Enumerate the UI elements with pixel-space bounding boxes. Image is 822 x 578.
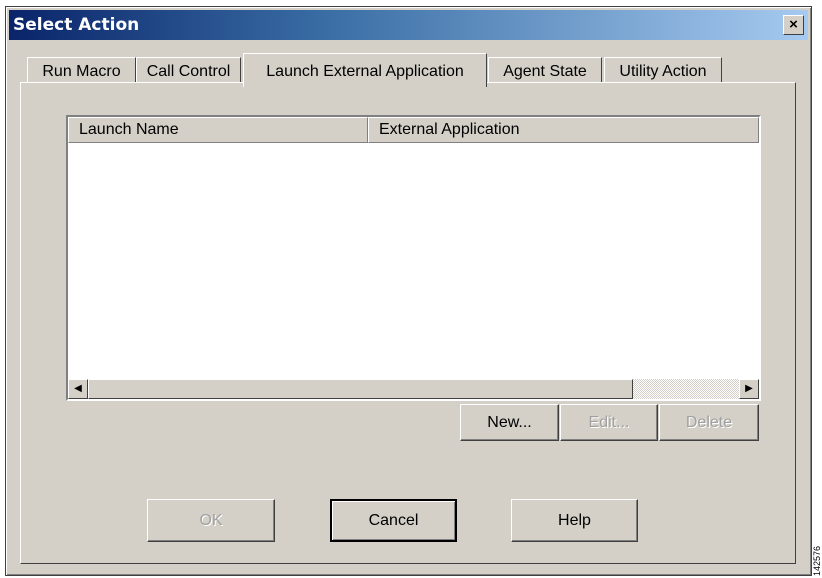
scrollbar-track[interactable] bbox=[633, 379, 739, 399]
title-bar[interactable]: Select Action × bbox=[9, 10, 808, 40]
horizontal-scrollbar[interactable]: ◀ ▶ bbox=[68, 379, 759, 399]
launch-list[interactable]: Launch Name External Application ◀ ▶ bbox=[66, 115, 761, 401]
edit-button[interactable]: Edit... bbox=[560, 404, 658, 441]
cancel-button[interactable]: Cancel bbox=[330, 499, 457, 542]
scroll-left-icon[interactable]: ◀ bbox=[68, 379, 88, 399]
delete-button[interactable]: Delete bbox=[659, 404, 759, 441]
figure-id: 142576 bbox=[812, 545, 822, 576]
tab-launch-external-application[interactable]: Launch External Application bbox=[243, 53, 487, 87]
column-header-launch-name[interactable]: Launch Name bbox=[68, 117, 368, 143]
new-button[interactable]: New... bbox=[460, 404, 559, 441]
column-header-external-application[interactable]: External Application bbox=[368, 117, 759, 143]
scroll-right-icon[interactable]: ▶ bbox=[739, 379, 759, 399]
help-button[interactable]: Help bbox=[511, 499, 638, 542]
dialog-title: Select Action bbox=[13, 15, 140, 35]
scrollbar-thumb[interactable] bbox=[88, 379, 633, 399]
ok-button[interactable]: OK bbox=[147, 499, 275, 542]
close-icon[interactable]: × bbox=[783, 15, 804, 35]
